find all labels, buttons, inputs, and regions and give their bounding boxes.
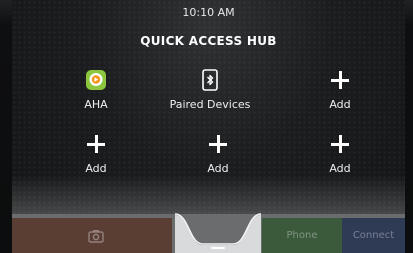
tile-paired-devices[interactable]: Paired Devices <box>155 68 265 114</box>
plus-icon <box>209 135 227 153</box>
tile-add-2[interactable]: Add <box>41 132 151 178</box>
tile-label: Add <box>207 162 229 175</box>
camera-icon <box>88 229 104 243</box>
tile-add-4[interactable]: Add <box>285 132 395 178</box>
tile-aha[interactable]: AHA <box>41 68 151 114</box>
clock: 10:10 AM <box>182 6 235 19</box>
plus-icon <box>331 135 349 153</box>
hub-close-handle[interactable] <box>174 205 262 253</box>
display-screen: 10:10 AM QUICK ACCESS HUB AHA Paired Dev… <box>12 0 405 253</box>
tile-add-1[interactable]: Add <box>285 68 395 114</box>
plus-icon <box>87 135 105 153</box>
page-title: QUICK ACCESS HUB <box>140 34 277 48</box>
tile-label: Add <box>329 162 351 175</box>
dock-connect-label: Connect <box>352 230 395 241</box>
tile-add-3[interactable]: Add <box>163 132 273 178</box>
dock-connect-button[interactable]: Connect <box>342 218 405 253</box>
dock-phone-label: Phone <box>286 230 318 241</box>
dock-nav-button[interactable] <box>12 218 172 253</box>
dock-phone-button[interactable]: Phone <box>262 218 342 253</box>
tile-label: Add <box>329 98 351 111</box>
tile-label: AHA <box>84 98 108 111</box>
handle-grip-icon <box>211 247 225 249</box>
aha-app-icon <box>85 68 107 92</box>
tile-label: Paired Devices <box>169 98 251 111</box>
bluetooth-phone-icon <box>202 68 218 92</box>
plus-icon <box>331 71 349 89</box>
tile-label: Add <box>85 162 107 175</box>
